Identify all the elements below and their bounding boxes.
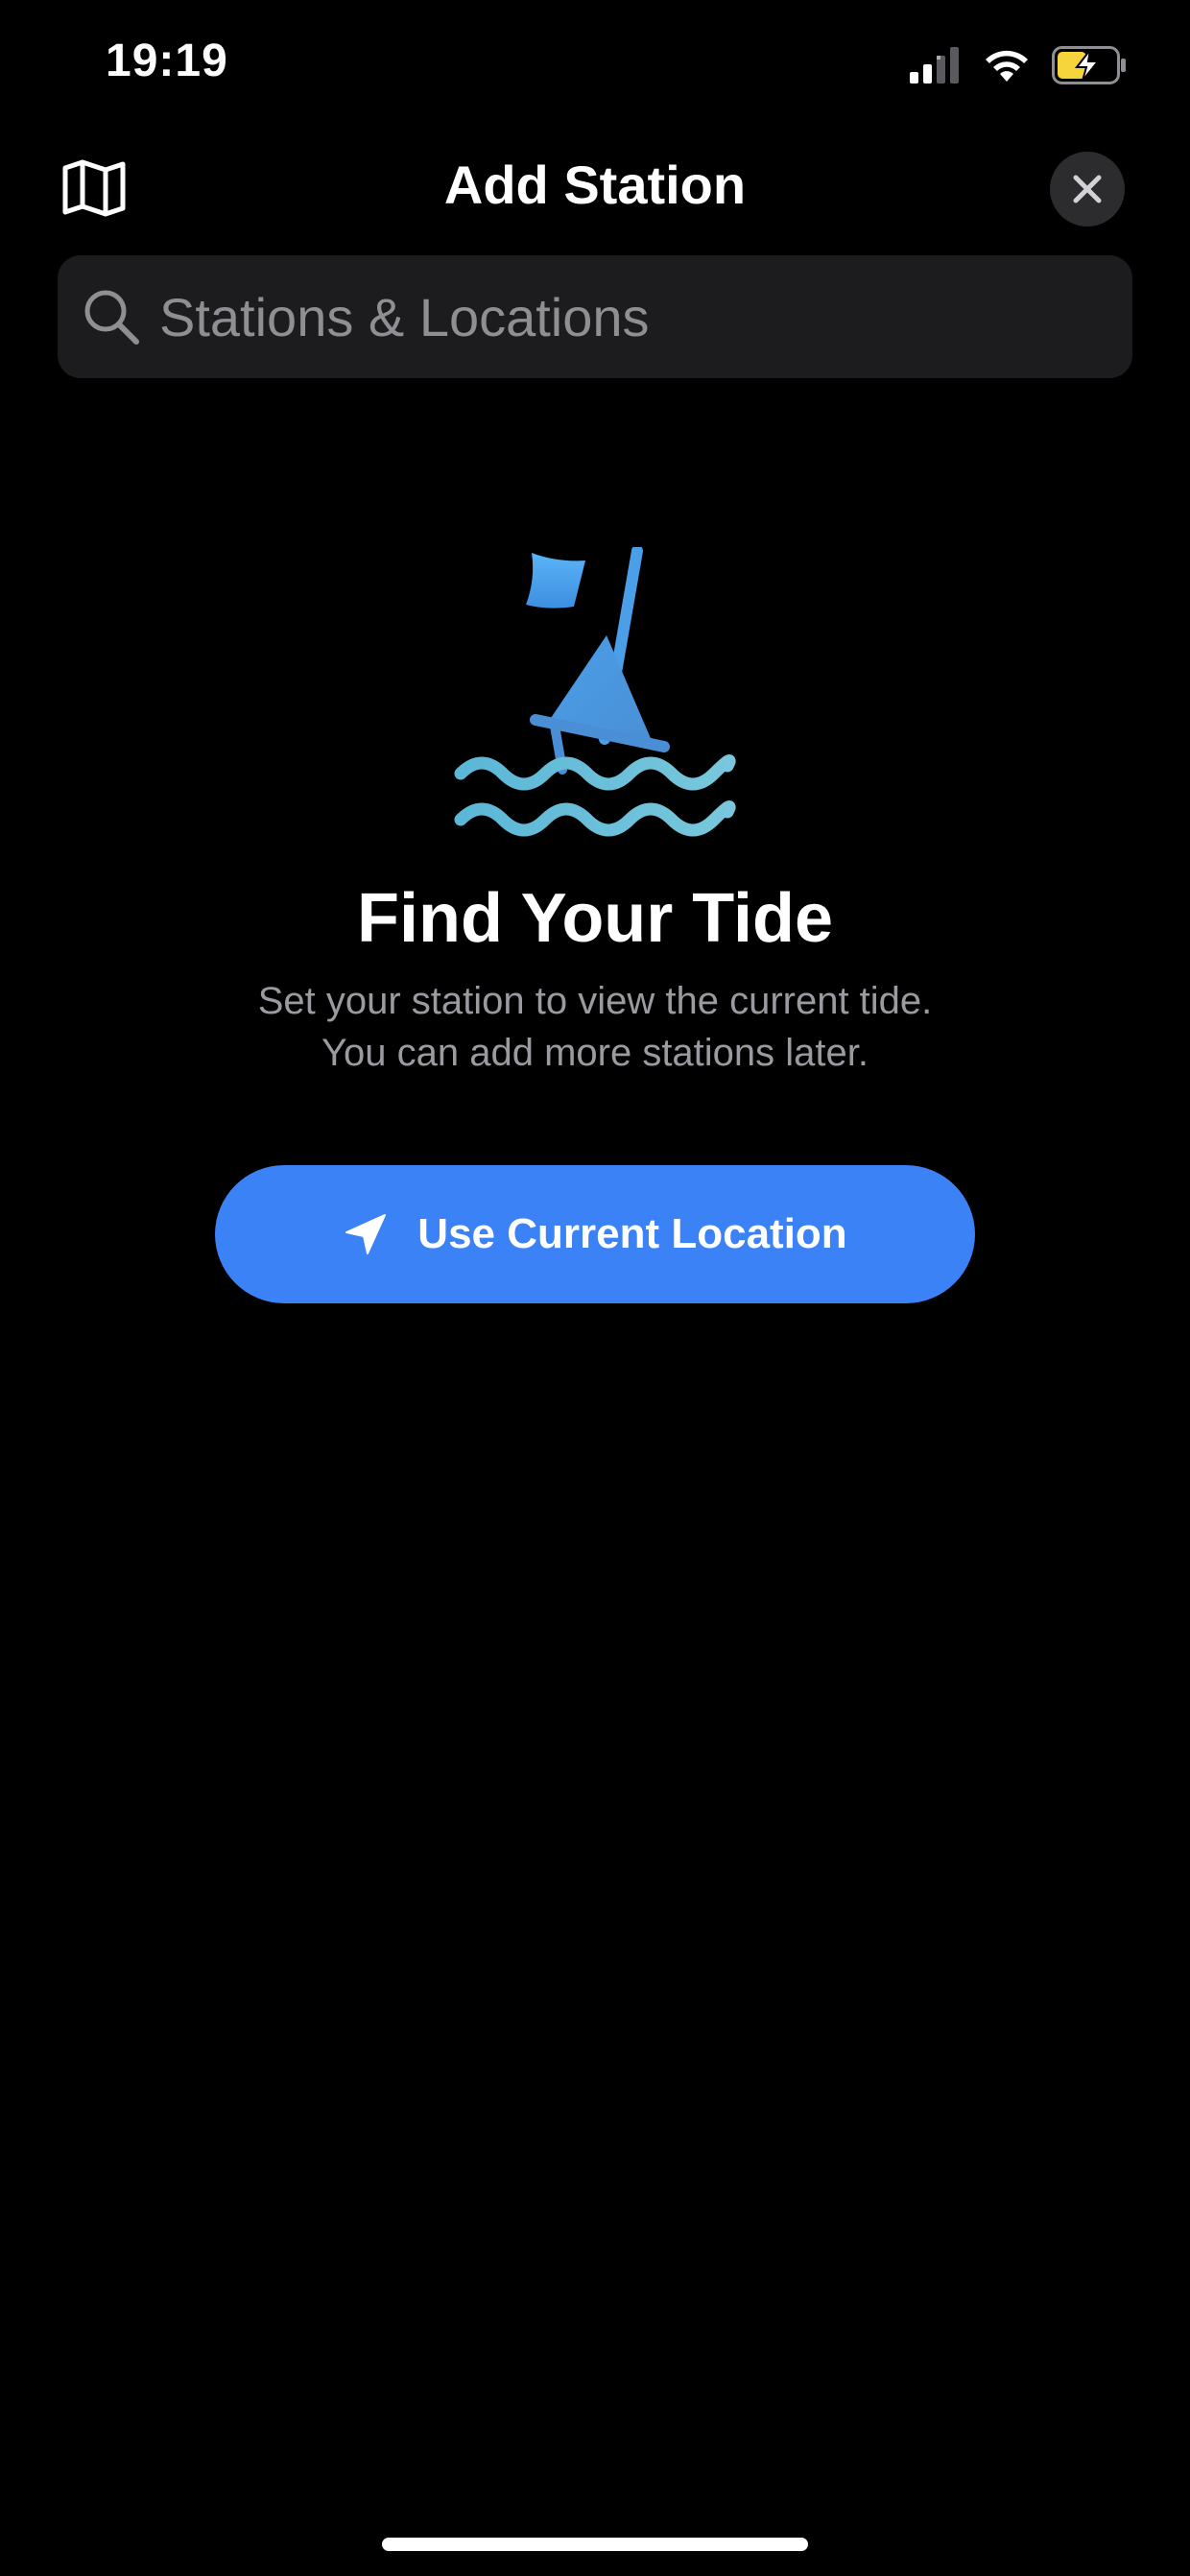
hero-title: Find Your Tide [356, 880, 834, 957]
status-time: 19:19 [106, 36, 228, 86]
home-indicator[interactable] [382, 2538, 808, 2551]
use-current-location-button[interactable]: Use Current Location [215, 1165, 975, 1303]
search-input[interactable] [159, 255, 1132, 378]
battery-charging-icon [1052, 46, 1126, 84]
search-icon [84, 290, 139, 345]
buoy-waves-icon [454, 547, 736, 837]
cellular-signal-icon [910, 47, 959, 83]
wifi-icon [986, 50, 1028, 82]
hero-subtitle-line: You can add more stations later. [321, 1032, 869, 1074]
close-icon [1073, 175, 1102, 203]
status-icons [910, 44, 1129, 86]
location-arrow-icon [345, 1214, 387, 1254]
search-bar[interactable] [58, 255, 1132, 378]
use-current-location-label: Use Current Location [417, 1210, 847, 1257]
hero-subtitle-line: Set your station to view the current tid… [257, 980, 933, 1022]
close-button[interactable] [1050, 152, 1125, 227]
page-title: Add Station [443, 155, 747, 215]
hero-subtitle: Set your station to view the current tid… [0, 975, 1190, 1079]
nav-bar: Add Station [0, 134, 1190, 242]
status-bar: 19:19 [0, 0, 1190, 134]
